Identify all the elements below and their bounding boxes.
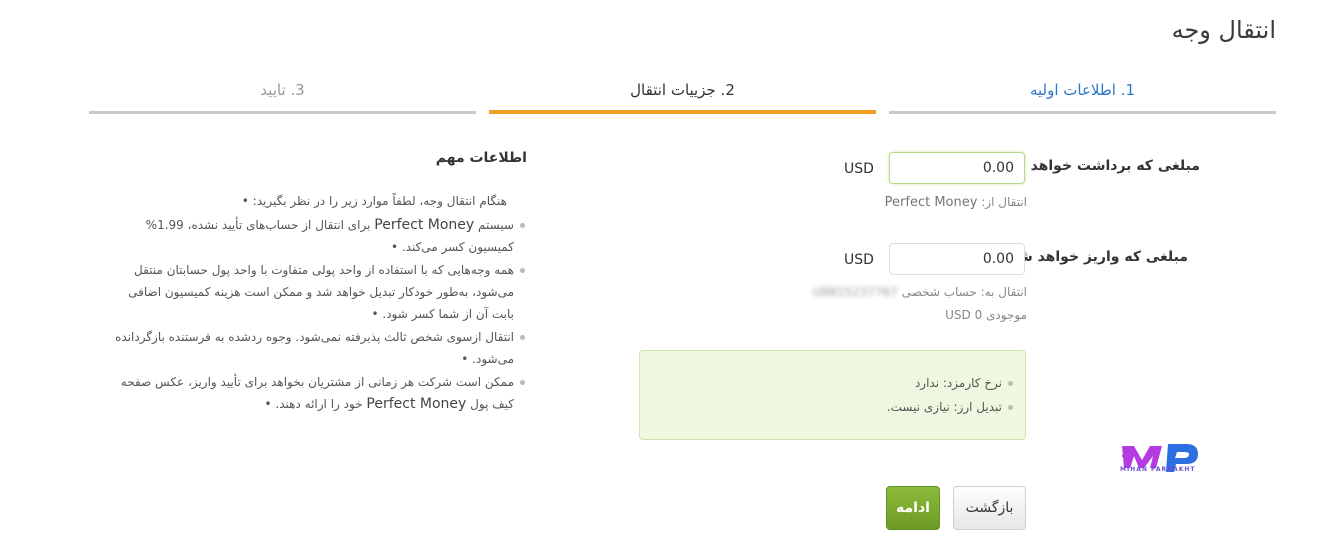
bullet-icon [520, 380, 525, 385]
transfer-from: انتقال از: Perfect Money [885, 195, 1027, 210]
bullet-icon [1008, 381, 1013, 386]
bullet-icon [520, 335, 525, 340]
step-label: 3. تایید [260, 81, 305, 99]
step-progress-bar-active [489, 110, 876, 114]
deposit-currency: USD [844, 252, 874, 268]
transfer-to-account: U8815237767 [812, 285, 898, 299]
bullet-icon [520, 223, 525, 228]
page-title: انتقال وجه [1171, 16, 1276, 44]
info-item: ممکن است شرکت هر زمانی از مشتریان بخواهد… [104, 371, 525, 415]
deposit-amount-input[interactable] [889, 243, 1025, 275]
step-label: 1. اطلاعات اولیه [1029, 81, 1136, 99]
logo-text: MIHAN PARDAKHT [1120, 466, 1196, 473]
transfer-to: انتقال به: حساب شخصی U8815237767 [813, 285, 1027, 299]
step-progress-bar [889, 111, 1276, 114]
step-initial-info[interactable]: 1. اطلاعات اولیه [889, 78, 1276, 114]
fee-info-box: نرخ کارمزد: ندارد تبدیل ارز: نیازی نیست. [639, 350, 1026, 440]
step-confirm: 3. تایید [89, 78, 476, 114]
important-info-intro: هنگام انتقال وجه، لطفاً موارد زیر را در … [241, 194, 507, 208]
bullet-icon [1008, 405, 1013, 410]
transfer-from-label: انتقال از: [981, 195, 1027, 209]
important-info-list: سیستم Perfect Money برای انتقال از حساب‌… [104, 214, 525, 416]
withdraw-amount-label: مبلغی که برداشت خواهد شد [1003, 158, 1200, 174]
step-progress-bar [89, 111, 476, 114]
bullet-icon [520, 268, 525, 273]
withdraw-amount-input[interactable] [889, 152, 1025, 184]
step-transfer-details[interactable]: 2. جزییات انتقال [489, 78, 876, 114]
step-label: 2. جزییات انتقال [630, 81, 735, 99]
info-item: سیستم Perfect Money برای انتقال از حساب‌… [104, 214, 525, 258]
back-button[interactable]: بازگشت [953, 486, 1026, 530]
info-item: انتقال ازسوی شخص ثالث پذیرفته نمی‌شود. و… [104, 326, 525, 370]
continue-button[interactable]: ادامه [886, 486, 940, 530]
withdraw-currency: USD [844, 161, 874, 177]
deposit-amount-label: مبلغی که واریز خواهد شد [1010, 249, 1188, 265]
balance-text: موجودی 0 USD [945, 308, 1027, 322]
info-item: همه وجه‌هایی که با استفاده از واحد پولی … [104, 259, 525, 325]
transfer-to-label: انتقال به: [980, 285, 1027, 299]
transfer-to-value: حساب شخصی [901, 285, 977, 299]
important-info-title: اطلاعات مهم [435, 150, 527, 166]
fee-item: تبدیل ارز: نیازی نیست. [887, 399, 1013, 423]
fee-item: نرخ کارمزد: ندارد [887, 375, 1013, 399]
transfer-from-value: Perfect Money [884, 195, 978, 210]
